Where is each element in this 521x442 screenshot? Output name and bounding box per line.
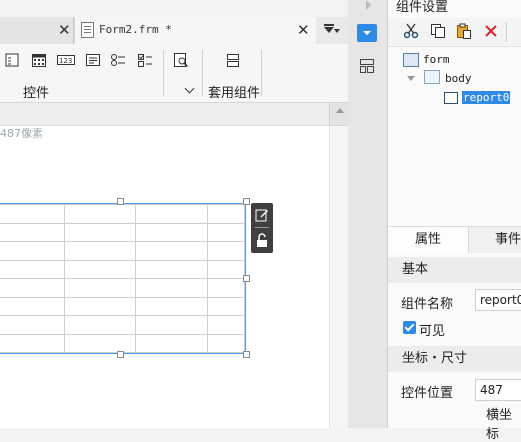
x-coordinate-label: 横坐标	[486, 408, 513, 442]
close-tab-icon[interactable]: ✕	[58, 21, 71, 39]
report-widget[interactable]	[0, 203, 246, 354]
canvas-width-hint: 487像素	[0, 127, 43, 140]
calendar-icon[interactable]	[31, 52, 47, 68]
tab-bar: ✕ Form2.frm * ✕	[0, 17, 348, 45]
form-widget-icon[interactable]	[4, 52, 20, 68]
report-node-icon	[444, 92, 458, 104]
position-label: 控件位置	[401, 386, 454, 401]
tree-node-body[interactable]: body	[445, 72, 472, 85]
resize-handle[interactable]	[243, 275, 250, 282]
widget-floating-toolbar	[251, 203, 273, 253]
expand-arrow-icon[interactable]	[366, 0, 371, 10]
tree-node-form[interactable]: form	[423, 53, 450, 66]
layout-icon[interactable]	[359, 58, 375, 74]
toolbar-separator	[202, 50, 203, 96]
tree-toolbar	[388, 18, 521, 47]
visible-checkbox[interactable]	[403, 321, 416, 334]
template-widget-icon[interactable]	[225, 52, 241, 68]
checkbox-group-icon[interactable]	[137, 52, 153, 68]
file-icon	[81, 22, 94, 38]
svg-text:123: 123	[59, 57, 72, 65]
close-tab-icon[interactable]: ✕	[297, 21, 310, 39]
search-widget-icon[interactable]	[173, 52, 189, 68]
visible-label: 可见	[419, 324, 446, 339]
panel-title: 组件设置	[396, 0, 449, 15]
panel-switcher	[348, 0, 388, 428]
property-tabs: 属性 事件	[388, 226, 521, 253]
cut-icon[interactable]	[403, 23, 419, 39]
chevron-down-icon[interactable]	[184, 83, 195, 94]
resize-handle[interactable]	[243, 198, 250, 205]
tab-label: Form2.frm *	[99, 23, 172, 36]
vertical-scrollbar[interactable]	[329, 126, 349, 428]
unlock-icon[interactable]	[256, 233, 268, 248]
tab-list-menu-button[interactable]	[316, 17, 348, 44]
section-coords-size[interactable]: 坐标・尺寸	[388, 346, 521, 372]
tab-properties[interactable]: 属性	[388, 227, 469, 253]
copy-icon[interactable]	[430, 23, 446, 39]
widget-settings-icon[interactable]	[357, 24, 377, 42]
toolbar-separator	[506, 22, 507, 42]
widget-toolbar: 123 控件 套用组件	[0, 44, 348, 103]
tab-menu-icon	[324, 24, 334, 26]
position-x-input[interactable]: 487	[475, 379, 521, 401]
delete-icon[interactable]	[483, 23, 499, 39]
scroll-up-icon[interactable]	[336, 108, 344, 113]
widget-name-label: 组件名称	[401, 297, 454, 312]
toolbar-separator	[163, 50, 164, 96]
tab-form2[interactable]: Form2.frm * ✕	[75, 17, 317, 44]
section-basic[interactable]: 基本	[388, 257, 521, 283]
common-widgets-label[interactable]: 套用组件	[208, 82, 260, 101]
resize-handle[interactable]	[243, 351, 250, 358]
report-grid	[0, 204, 246, 353]
tab-previous[interactable]: ✕	[0, 17, 74, 44]
controls-group-label: 控件	[23, 86, 50, 101]
tab-events[interactable]: 事件	[488, 227, 521, 253]
resize-handle[interactable]	[117, 351, 124, 358]
radio-group-icon[interactable]	[110, 52, 126, 68]
tree-node-report0[interactable]: report0	[462, 91, 511, 104]
form-node-icon	[403, 53, 419, 67]
edit-icon[interactable]	[255, 208, 269, 222]
body-node-icon	[424, 70, 440, 84]
horizontal-ruler	[0, 103, 348, 126]
text-area-icon[interactable]	[85, 52, 101, 68]
collapse-arrow-icon[interactable]	[407, 76, 415, 81]
number-field-icon[interactable]: 123	[57, 52, 75, 68]
resize-handle[interactable]	[117, 198, 124, 205]
toolbar-separator	[261, 50, 262, 96]
title-strip	[0, 0, 348, 17]
ruler-corner	[329, 103, 349, 125]
widget-name-input[interactable]: report0	[475, 289, 521, 311]
floatbar-separator	[255, 227, 269, 228]
paste-icon[interactable]	[456, 23, 472, 39]
